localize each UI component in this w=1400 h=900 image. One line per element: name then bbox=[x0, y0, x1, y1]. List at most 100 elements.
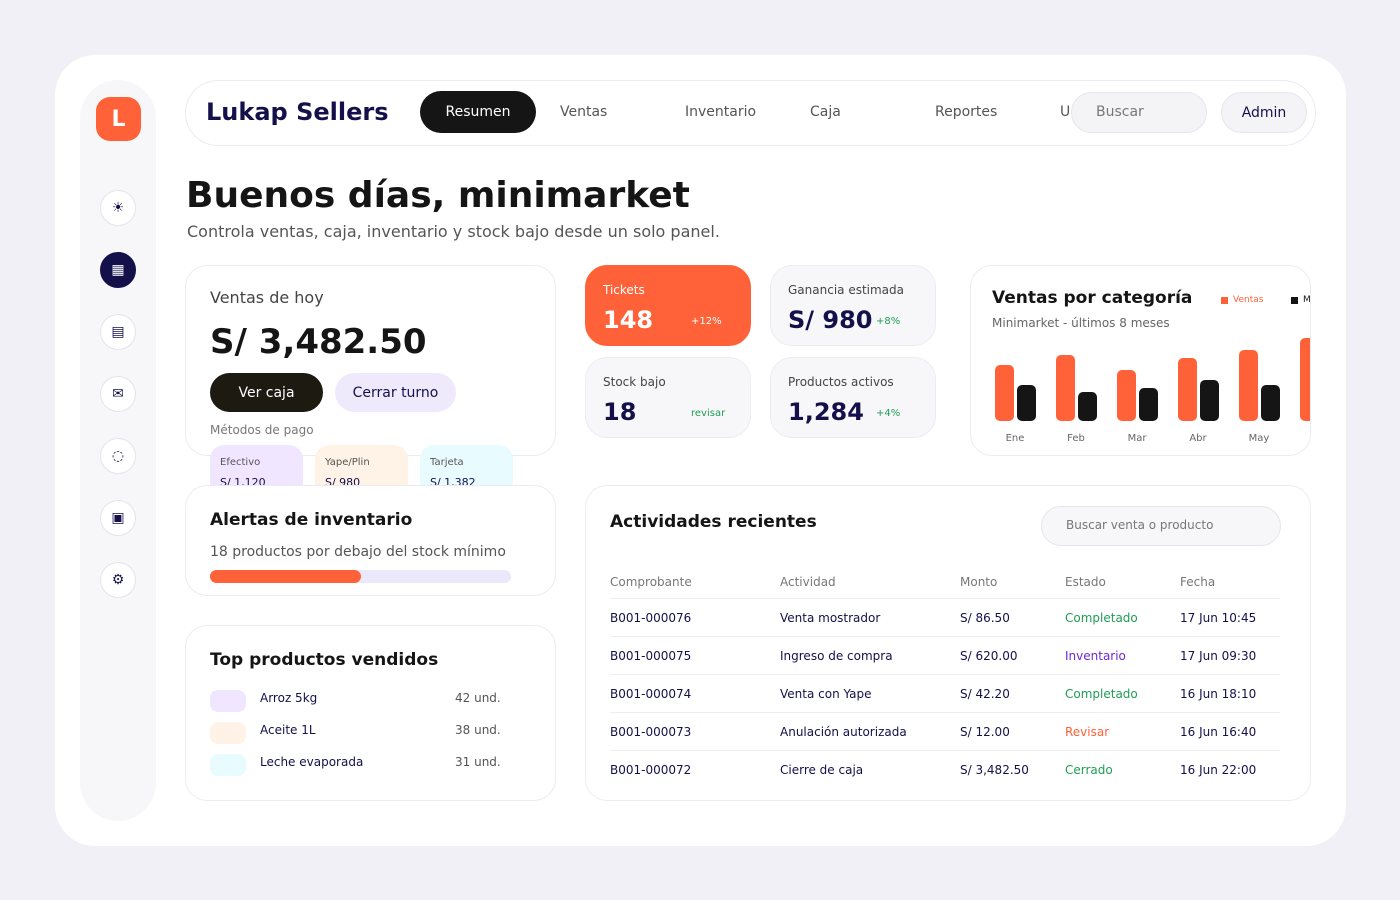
cell-date: 16 Jun 16:40 bbox=[1180, 725, 1257, 739]
legend-label-ventas: Ventas bbox=[1233, 295, 1264, 305]
admin-button[interactable]: Admin bbox=[1221, 92, 1307, 133]
sidebar: L ☀ ▦ ▤ ✉ ◌ ▣ ⚙ bbox=[80, 80, 156, 821]
cell-id[interactable]: B001-000074 bbox=[610, 687, 691, 701]
cell-id[interactable]: B001-000072 bbox=[610, 763, 691, 777]
stat-value: 18 bbox=[603, 398, 637, 426]
cell-activity: Anulación autorizada bbox=[780, 725, 907, 739]
activities-title: Actividades recientes bbox=[610, 512, 817, 532]
bar-margen-feb[interactable] bbox=[1078, 392, 1097, 421]
row-divider bbox=[610, 598, 1280, 599]
column-header[interactable]: Fecha bbox=[1180, 575, 1215, 589]
activities-search-input[interactable]: Buscar venta o producto bbox=[1041, 506, 1281, 546]
payment-method-name: Efectivo bbox=[220, 457, 261, 468]
column-header[interactable]: Actividad bbox=[780, 575, 836, 589]
stat-value: 148 bbox=[603, 306, 654, 334]
cell-date: 16 Jun 18:10 bbox=[1180, 687, 1257, 701]
cell-id[interactable]: B001-000076 bbox=[610, 611, 691, 625]
product-qty: 42 und. bbox=[455, 691, 501, 705]
legend-swatch-ventas bbox=[1221, 296, 1228, 304]
cell-activity: Venta con Yape bbox=[780, 687, 872, 701]
top-products-card: Top productos vendidos Arroz 5kg 42 und.… bbox=[185, 625, 556, 801]
sales-by-category-card: EneFebMarAbrMayJunJulAgo Ventas por cate… bbox=[970, 265, 1311, 456]
product-name[interactable]: Aceite 1L bbox=[260, 723, 316, 737]
stat-stock-bajo[interactable]: Stock bajo 18 revisar bbox=[585, 357, 751, 438]
product-name[interactable]: Arroz 5kg bbox=[260, 691, 317, 705]
product-swatch bbox=[210, 690, 246, 712]
chart-title: Ventas por categoría bbox=[992, 288, 1193, 308]
stock-progress-track bbox=[210, 570, 511, 583]
gear-icon[interactable]: ⚙ bbox=[100, 562, 136, 598]
stat-delta: +12% bbox=[691, 316, 722, 327]
alerts-subtitle: 18 productos por debajo del stock mínimo bbox=[210, 544, 506, 560]
legend-margen: Margen bbox=[1291, 295, 1311, 305]
legend-label-margen: Margen bbox=[1303, 295, 1311, 305]
stat-productos-activos[interactable]: Productos activos 1,284 +4% bbox=[770, 357, 936, 438]
cell-id[interactable]: B001-000075 bbox=[610, 649, 691, 663]
chart-subtitle: Minimarket - últimos 8 meses bbox=[992, 316, 1170, 330]
cell-date: 17 Jun 09:30 bbox=[1180, 649, 1257, 663]
product-name[interactable]: Leche evaporada bbox=[260, 755, 363, 769]
tab-reportes[interactable]: Reportes bbox=[935, 91, 997, 133]
cell-status: Cerrado bbox=[1065, 763, 1113, 777]
tab-caja[interactable]: Caja bbox=[810, 91, 841, 133]
bar-margen-may[interactable] bbox=[1261, 385, 1280, 421]
search-input[interactable]: Buscar bbox=[1071, 92, 1207, 133]
sales-today-value: S/ 3,482.50 bbox=[210, 322, 427, 362]
product-swatch bbox=[210, 754, 246, 776]
row-divider bbox=[610, 674, 1280, 675]
column-header[interactable]: Estado bbox=[1065, 575, 1106, 589]
bar-ventas-jun[interactable] bbox=[1300, 338, 1311, 421]
cell-date: 17 Jun 10:45 bbox=[1180, 611, 1257, 625]
cell-amount: S/ 42.20 bbox=[960, 687, 1010, 701]
square-icon[interactable]: ▣ bbox=[100, 500, 136, 536]
stat-tickets[interactable]: Tickets 148 +12% bbox=[585, 265, 751, 346]
loading-icon[interactable]: ◌ bbox=[100, 438, 136, 474]
bar-ventas-may[interactable] bbox=[1239, 350, 1258, 421]
tab-inventario[interactable]: Inventario bbox=[685, 91, 756, 133]
x-tick-label: May bbox=[1249, 433, 1270, 444]
column-header[interactable]: Monto bbox=[960, 575, 997, 589]
tab-resumen[interactable]: Resumen bbox=[420, 91, 536, 133]
stat-delta: revisar bbox=[691, 408, 726, 419]
recent-activities-card: Actividades recientes Buscar venta o pro… bbox=[585, 485, 1311, 801]
product-swatch bbox=[210, 722, 246, 744]
tab-ventas[interactable]: Ventas bbox=[560, 91, 607, 133]
bar-ventas-mar[interactable] bbox=[1117, 370, 1136, 421]
grid-icon[interactable]: ▦ bbox=[100, 252, 136, 288]
payment-method-name: Tarjeta bbox=[430, 457, 464, 468]
cell-id[interactable]: B001-000073 bbox=[610, 725, 691, 739]
cell-status: Completado bbox=[1065, 687, 1138, 701]
logo[interactable]: L bbox=[96, 97, 141, 141]
cell-activity: Venta mostrador bbox=[780, 611, 881, 625]
row-divider bbox=[610, 636, 1280, 637]
stat-ganancia[interactable]: Ganancia estimada S/ 980 +8% bbox=[770, 265, 936, 346]
bar-ventas-ene[interactable] bbox=[995, 365, 1014, 421]
bar-margen-mar[interactable] bbox=[1139, 388, 1158, 421]
bar-margen-ene[interactable] bbox=[1017, 385, 1036, 421]
top-products-title: Top productos vendidos bbox=[210, 650, 439, 670]
mail-icon[interactable]: ✉ bbox=[100, 376, 136, 412]
stat-label: Productos activos bbox=[788, 375, 894, 389]
sun-icon[interactable]: ☀ bbox=[100, 190, 136, 226]
app-window: L ☀ ▦ ▤ ✉ ◌ ▣ ⚙ Lukap Sellers Resumen Ve… bbox=[55, 55, 1346, 846]
stat-value: S/ 980 bbox=[788, 306, 873, 334]
bar-ventas-feb[interactable] bbox=[1056, 355, 1075, 421]
stat-label: Tickets bbox=[603, 283, 645, 297]
stat-delta: +8% bbox=[876, 316, 901, 327]
bar-margen-abr[interactable] bbox=[1200, 380, 1219, 421]
ver-caja-button[interactable]: Ver caja bbox=[210, 373, 323, 412]
payment-method-name: Yape/Plin bbox=[325, 457, 370, 468]
x-tick-label: Abr bbox=[1189, 433, 1207, 444]
column-header[interactable]: Comprobante bbox=[610, 575, 692, 589]
product-qty: 31 und. bbox=[455, 755, 501, 769]
sales-today-card: Ventas de hoy S/ 3,482.50 Ver caja Cerra… bbox=[185, 265, 556, 505]
list-icon[interactable]: ▤ bbox=[100, 314, 136, 350]
cell-date: 16 Jun 22:00 bbox=[1180, 763, 1257, 777]
alerts-title: Alertas de inventario bbox=[210, 510, 413, 530]
x-tick-label: Mar bbox=[1128, 433, 1148, 444]
tab-usuarios[interactable]: U bbox=[1060, 91, 1070, 133]
bar-ventas-abr[interactable] bbox=[1178, 358, 1197, 421]
cell-activity: Cierre de caja bbox=[780, 763, 864, 777]
cerrar-turno-button[interactable]: Cerrar turno bbox=[335, 373, 456, 412]
cell-amount: S/ 12.00 bbox=[960, 725, 1010, 739]
